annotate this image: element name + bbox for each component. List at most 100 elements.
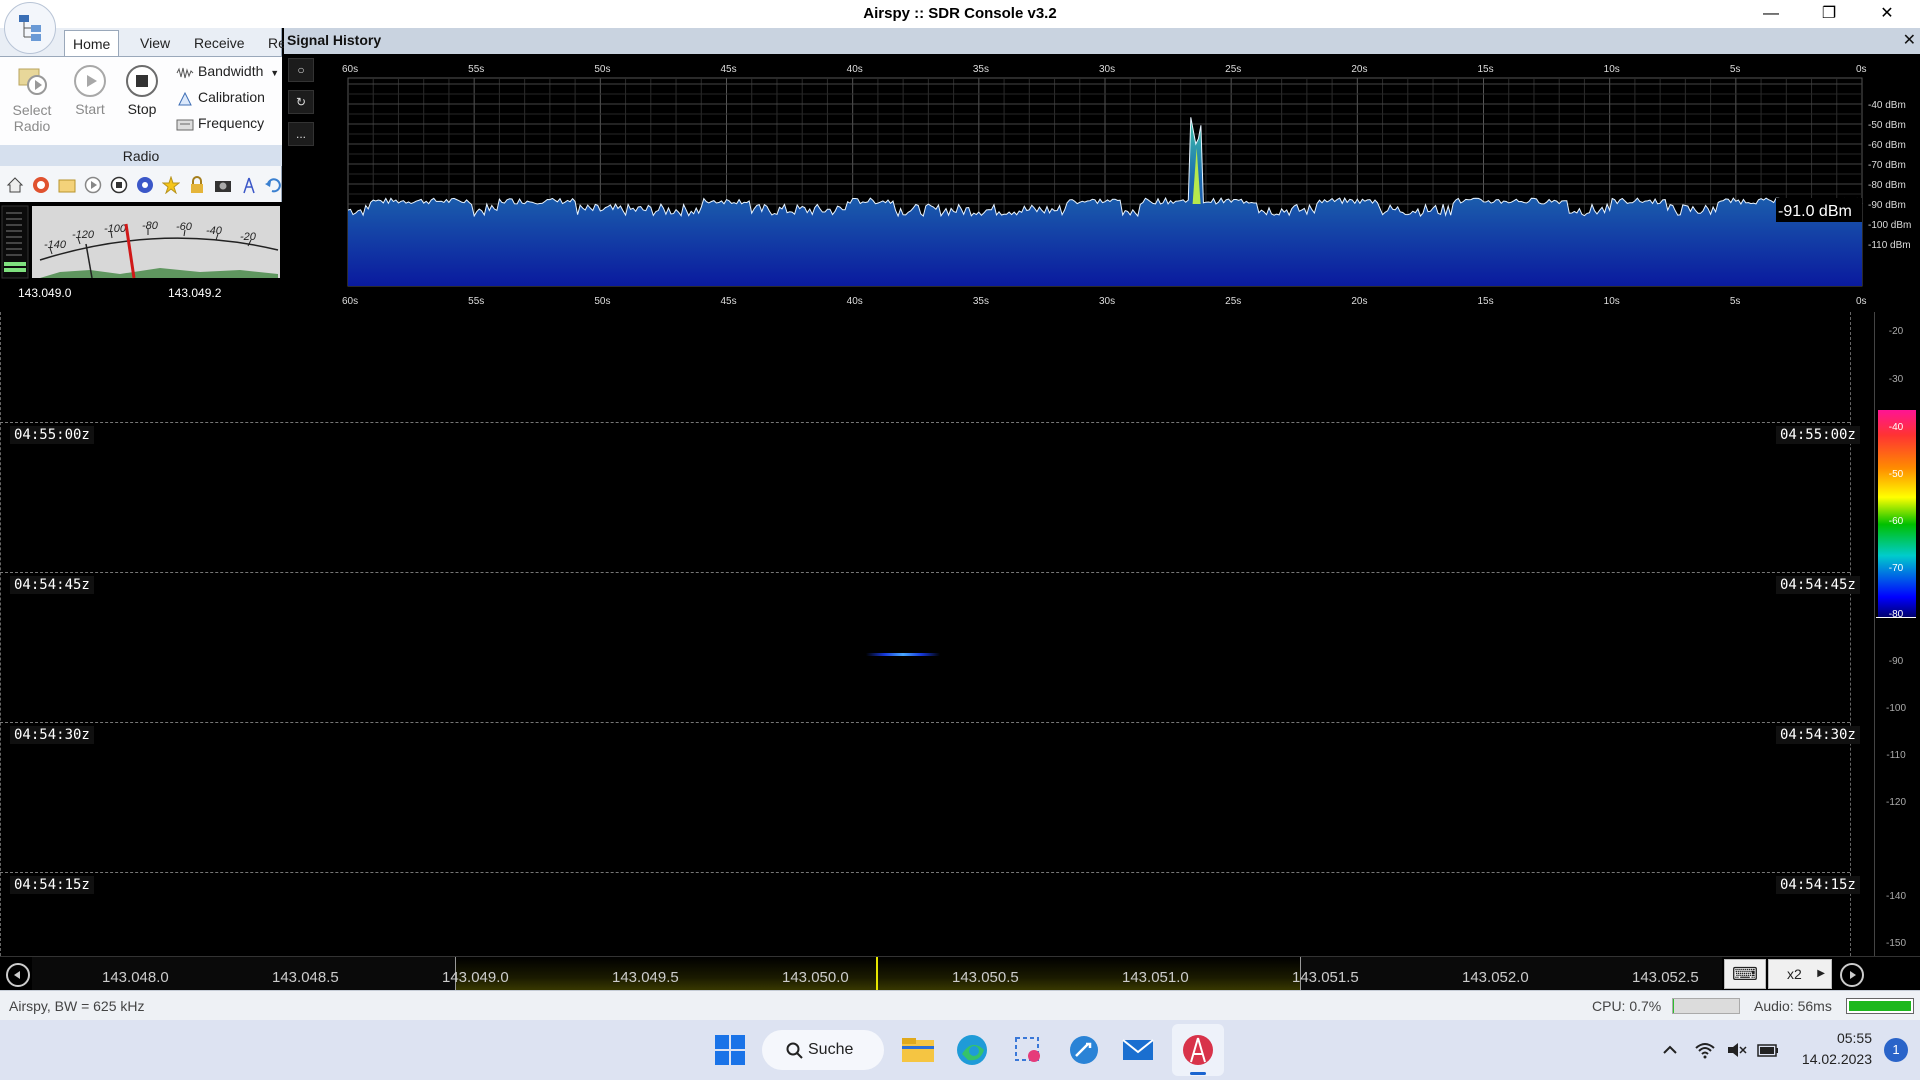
taskbar: Suche 05:55 14.02.2023 1 (0, 1020, 1920, 1080)
app-menu-button[interactable] (4, 2, 56, 54)
play-circle-icon[interactable] (84, 176, 102, 194)
s-meter-scale-4: -60 (176, 221, 193, 233)
signal-history-plot: 60s 55s 50s 45s 40s 35s 30s 25s 20s 15s 10s 5s 0s 60… (342, 64, 1911, 307)
stop-icon (126, 65, 158, 97)
time-tick-label: 15s (1478, 296, 1494, 307)
time-tick-label: 20s (1351, 64, 1367, 75)
waterfall-left-edge (0, 312, 1, 956)
calibration-button[interactable]: Calibration (176, 87, 265, 107)
signal-history-header: Signal History ✕ (284, 28, 1920, 54)
stop-button[interactable]: Stop (122, 65, 162, 117)
keyboard-button[interactable]: ⌨ (1724, 959, 1766, 989)
scroll-left-button[interactable] (6, 963, 30, 987)
time-tick-label: 55s (468, 296, 484, 307)
snipping-tool-icon[interactable] (1010, 1032, 1046, 1068)
timestamp-line (0, 722, 1850, 723)
freq-label: 143.052.0 (1462, 969, 1529, 986)
colorbar-label: -100 (1885, 703, 1906, 714)
waterfall-right-edge (1850, 312, 1851, 956)
time-tick-label: 40s (847, 64, 863, 75)
current-level-readout: -91.0 dBm (1778, 203, 1852, 220)
freq-label: 143.050.5 (952, 969, 1019, 986)
minimize-button[interactable]: — (1748, 2, 1794, 26)
tab-home[interactable]: Home (64, 30, 120, 56)
undo-icon[interactable] (264, 176, 282, 194)
tab-receive[interactable]: Receive (186, 30, 253, 56)
wifi-icon[interactable] (1694, 1040, 1716, 1060)
s-meter-scale-6: -20 (240, 231, 257, 243)
frequency-scale[interactable]: 143.048.0 143.048.5 143.049.0 143.049.5 … (0, 956, 1920, 991)
search-icon (786, 1042, 803, 1059)
timestamp-left: 04:54:45z (10, 576, 94, 594)
calibration-label: Calibration (198, 89, 265, 105)
windows-start-icon[interactable] (712, 1032, 748, 1068)
waterfall-signal-trace (866, 653, 940, 656)
freq-label: 143.049.5 (612, 969, 679, 986)
calibration-icon (176, 91, 194, 106)
tuning-marker[interactable] (876, 957, 878, 991)
colorbar-label: -110 (1886, 750, 1906, 761)
colorbar-label: -40 (1888, 422, 1904, 433)
zoom-value: x2 (1787, 966, 1802, 982)
db-tick-label: -90 dBm (1868, 200, 1906, 211)
bandwidth-dropdown[interactable]: Bandwidth ▼ (176, 61, 279, 81)
active-app-tile[interactable] (1172, 1024, 1224, 1076)
select-radio-button[interactable]: Select Radio (6, 63, 58, 134)
time-tick-label: 15s (1478, 64, 1494, 75)
db-tick-label: -100 dBm (1868, 220, 1911, 231)
time-tick-label: 60s (342, 296, 358, 307)
taskbar-clock[interactable]: 05:55 14.02.2023 (1790, 1028, 1872, 1070)
settings-app-icon[interactable] (1066, 1032, 1102, 1068)
tab-view[interactable]: View (132, 30, 178, 56)
camera-icon[interactable] (214, 176, 232, 194)
freq-label: 143.048.5 (272, 969, 339, 986)
status-device: Airspy, BW = 625 kHz (9, 998, 145, 1014)
scroll-right-button[interactable] (1840, 963, 1864, 987)
time-tick-label: 35s (973, 296, 989, 307)
signal-history-close-button[interactable]: ✕ (1903, 30, 1916, 50)
clock-date: 14.02.2023 (1801, 1051, 1872, 1067)
timestamp-left: 04:54:30z (10, 726, 94, 744)
speaker-muted-icon[interactable] (1726, 1040, 1748, 1060)
cpu-meter-fill (1673, 999, 1674, 1013)
colorbar-label: -70 (1888, 563, 1904, 574)
freq-label: 143.049.0 (442, 969, 509, 986)
select-radio-label-2: Radio (13, 118, 51, 134)
window-title: Airspy :: SDR Console v3.2 (863, 5, 1057, 22)
frequency-button[interactable]: Frequency (176, 113, 264, 133)
stop-circle-icon[interactable] (110, 176, 128, 194)
record-icon[interactable] (136, 176, 154, 194)
active-indicator (1190, 1072, 1206, 1075)
antenna-icon[interactable] (240, 176, 258, 194)
notification-badge[interactable]: 1 (1884, 1038, 1908, 1062)
mail-icon[interactable] (1120, 1032, 1156, 1068)
edge-browser-icon[interactable] (954, 1032, 990, 1068)
freq-label: 143.051.0 (1122, 969, 1189, 986)
time-tick-label: 5s (1730, 64, 1741, 75)
close-button[interactable]: ✕ (1864, 2, 1910, 26)
time-tick-label: 10s (1604, 296, 1620, 307)
waterfall-colorbar[interactable]: -20 -30 -40 -50 -60 -70 -80 -90 -100 -11… (1872, 312, 1920, 956)
db-tick-label: -60 dBm (1868, 140, 1906, 151)
restore-button[interactable]: ❐ (1806, 2, 1852, 26)
colorbar-label: -90 (1888, 656, 1904, 667)
zoom-selector[interactable]: x2 ▶ (1768, 959, 1832, 989)
play-icon (74, 65, 106, 97)
folder-icon[interactable] (58, 176, 76, 194)
star-icon[interactable] (162, 176, 180, 194)
lifebuoy-icon[interactable] (32, 176, 50, 194)
colorbar-floor-marker[interactable] (1876, 617, 1916, 618)
colorbar-gradient (1878, 410, 1916, 618)
window-title-bar: Airspy :: SDR Console v3.2 — ❐ ✕ (0, 0, 1920, 28)
file-explorer-icon[interactable] (900, 1032, 936, 1068)
battery-icon[interactable] (1756, 1040, 1780, 1060)
status-bar: Airspy, BW = 625 kHz CPU: 0.7% Audio: 56… (0, 990, 1920, 1020)
taskbar-search[interactable]: Suche (762, 1030, 884, 1070)
smeter-freq-right: 143.049.2 (168, 286, 222, 300)
time-tick-label: 0s (1856, 296, 1867, 307)
lock-icon[interactable] (188, 176, 206, 194)
home-icon[interactable] (6, 176, 24, 194)
chevron-up-icon[interactable] (1660, 1040, 1680, 1060)
start-button[interactable]: Start (70, 65, 110, 117)
s-meter-scale-2: -100 (104, 223, 127, 235)
